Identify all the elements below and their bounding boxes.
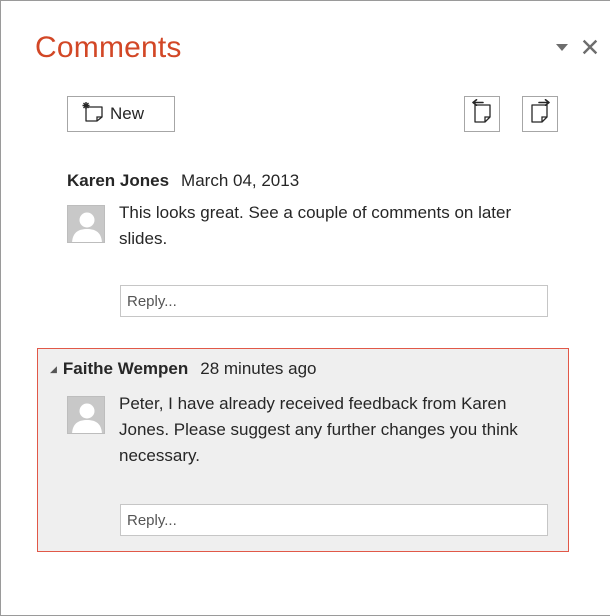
collapse-triangle-icon[interactable]: ◢ <box>50 364 57 375</box>
next-comment-button[interactable] <box>522 96 558 132</box>
previous-comment-icon <box>470 98 494 130</box>
comment-header: ◢ Faithe Wempen 28 minutes ago <box>50 359 317 379</box>
comment-text: This looks great. See a couple of commen… <box>119 203 512 248</box>
new-comment-button[interactable]: New <box>67 96 175 132</box>
pane-title: Comments <box>35 31 182 64</box>
next-comment-icon <box>528 98 552 130</box>
new-comment-label: New <box>110 104 145 123</box>
comments-pane: Comments New Karen Jones March 04, 2013 … <box>0 0 610 616</box>
avatar <box>67 396 105 434</box>
chevron-down-icon[interactable] <box>552 37 572 57</box>
comment-thread-selected[interactable]: ◢ Faithe Wempen 28 minutes ago Peter, I … <box>37 348 569 552</box>
comment-text: Peter, I have already received feedback … <box>119 394 518 465</box>
new-comment-icon <box>78 100 108 129</box>
comment-timestamp: 28 minutes ago <box>200 359 317 378</box>
comment-author: Karen Jones <box>67 171 170 190</box>
close-icon[interactable] <box>580 37 600 57</box>
previous-comment-button[interactable] <box>464 96 500 132</box>
avatar <box>67 205 105 243</box>
reply-input[interactable] <box>120 285 548 317</box>
pane-controls <box>552 37 600 57</box>
reply-input[interactable] <box>120 504 548 536</box>
comment-timestamp: March 04, 2013 <box>181 171 300 190</box>
comment-thread[interactable]: Karen Jones March 04, 2013 This looks gr… <box>37 161 569 331</box>
comment-author: Faithe Wempen <box>62 359 189 378</box>
comment-header: Karen Jones March 04, 2013 <box>67 171 299 191</box>
